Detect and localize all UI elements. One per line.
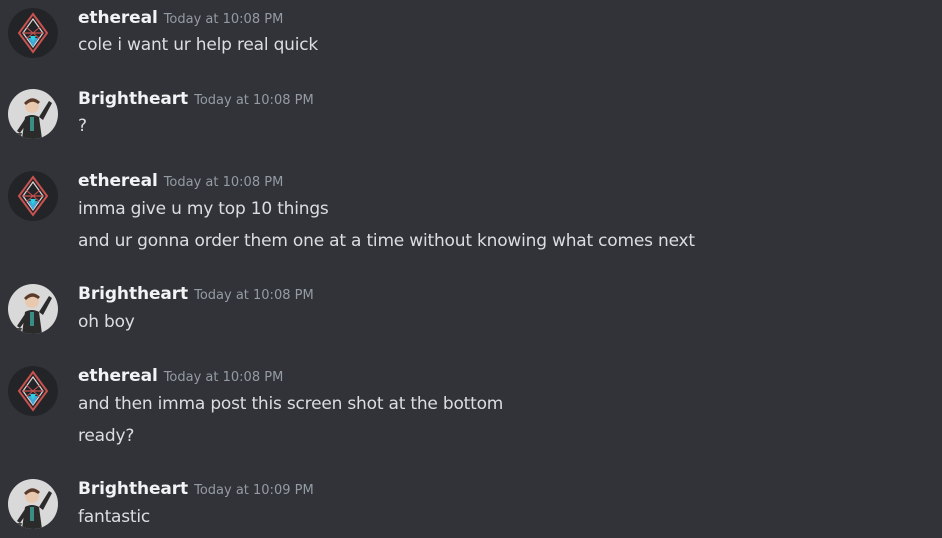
message-text: ? [78, 116, 87, 136]
username[interactable]: ethereal [78, 8, 158, 28]
username[interactable]: ethereal [78, 171, 158, 191]
ethereal-diamond-avatar-icon[interactable] [8, 8, 58, 58]
message-header: ethereal Today at 10:08 PM [78, 8, 283, 30]
message-text: and ur gonna order them one at a time wi… [78, 231, 695, 251]
message-text: fantastic [78, 507, 151, 527]
message-text: and then imma post this screen shot at t… [78, 394, 504, 414]
message-text: imma give u my top 10 things [78, 199, 329, 219]
username[interactable]: Brightheart [78, 89, 188, 109]
timestamp[interactable]: Today at 10:08 PM [194, 288, 314, 303]
message-header: Brightheart Today at 10:08 PM [78, 284, 314, 306]
ethereal-diamond-avatar-icon[interactable] [8, 366, 58, 416]
message-header: Brightheart Today at 10:08 PM [78, 89, 314, 111]
timestamp[interactable]: Today at 10:08 PM [164, 175, 284, 190]
brightheart-character-avatar-icon[interactable] [8, 89, 58, 139]
username[interactable]: Brightheart [78, 479, 188, 499]
message-text: cole i want ur help real quick [78, 35, 319, 55]
brightheart-character-avatar-icon[interactable] [8, 284, 58, 334]
message-header: Brightheart Today at 10:09 PM [78, 479, 314, 501]
message-header: ethereal Today at 10:08 PM [78, 171, 283, 193]
username[interactable]: Brightheart [78, 284, 188, 304]
username[interactable]: ethereal [78, 366, 158, 386]
message-header: ethereal Today at 10:08 PM [78, 366, 283, 388]
timestamp[interactable]: Today at 10:08 PM [164, 12, 284, 27]
brightheart-character-avatar-icon[interactable] [8, 479, 58, 529]
ethereal-diamond-avatar-icon[interactable] [8, 171, 58, 221]
timestamp[interactable]: Today at 10:08 PM [164, 370, 284, 385]
timestamp[interactable]: Today at 10:08 PM [194, 93, 314, 108]
message-list: ethereal Today at 10:08 PM cole i want ur… [0, 0, 942, 538]
timestamp[interactable]: Today at 10:09 PM [194, 483, 314, 498]
message-text: ready? [78, 426, 135, 446]
message-text: oh boy [78, 312, 135, 332]
